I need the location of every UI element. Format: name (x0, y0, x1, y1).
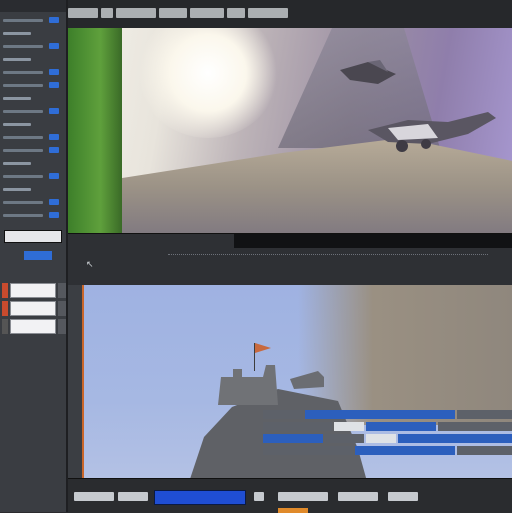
viewport-control-panel: ↖ (68, 233, 512, 286)
inspector-row[interactable] (3, 68, 63, 77)
tool-buttons (68, 8, 318, 20)
tool-button[interactable] (159, 8, 187, 18)
tool-button[interactable] (190, 8, 224, 18)
asset-thumbnails (2, 283, 66, 337)
cannon (290, 371, 324, 389)
asset-thumbnail[interactable] (2, 301, 66, 316)
tool-button[interactable] (101, 8, 113, 18)
inspector-row[interactable] (3, 29, 63, 38)
asset-thumbnail[interactable] (2, 319, 66, 334)
status-input[interactable] (154, 490, 246, 505)
timeline-track[interactable] (263, 434, 512, 443)
tool-button[interactable] (116, 8, 156, 18)
inspector-row[interactable] (3, 81, 63, 90)
status-button[interactable] (254, 492, 264, 501)
editor-window: ↖ (0, 0, 512, 513)
timeline-track[interactable] (263, 446, 512, 455)
timeline-track[interactable] (263, 422, 512, 431)
tool-button[interactable] (227, 8, 245, 18)
main-toolbar (68, 0, 512, 29)
inspector-row[interactable] (3, 159, 63, 168)
airship-small (340, 60, 396, 84)
sun-glow (138, 28, 278, 138)
inspector-row[interactable] (3, 146, 63, 155)
flag-icon (255, 343, 271, 353)
status-button[interactable] (338, 492, 378, 501)
timeline-track[interactable] (263, 410, 512, 419)
inspector-row[interactable] (3, 211, 63, 220)
inspector-text-field[interactable] (4, 230, 62, 243)
asset-thumbnail[interactable] (2, 283, 66, 298)
inspector-row[interactable] (3, 185, 63, 194)
viewport-edge (68, 285, 84, 478)
tool-button[interactable] (68, 8, 98, 18)
inspector-row[interactable] (3, 55, 63, 64)
status-button[interactable] (74, 492, 114, 501)
tool-button[interactable] (248, 8, 288, 18)
flag-pole (254, 343, 255, 371)
inspector-panel (0, 0, 68, 512)
airship-large (368, 112, 496, 152)
status-input-value (155, 500, 158, 508)
inspector-row[interactable] (3, 133, 63, 142)
inspector-row[interactable] (3, 198, 63, 207)
status-button[interactable] (278, 492, 328, 501)
viewport-header-bar (234, 234, 512, 248)
status-indicator (278, 508, 308, 513)
inspector-header (0, 0, 66, 12)
status-button[interactable] (118, 492, 148, 501)
castle (218, 365, 278, 405)
inspector-row[interactable] (3, 120, 63, 129)
game-viewport[interactable] (68, 28, 512, 233)
inspector-row[interactable] (3, 107, 63, 116)
cursor-arrow-icon: ↖ (86, 260, 94, 270)
inspector-row[interactable] (3, 94, 63, 103)
timeline-overlay (263, 410, 512, 458)
scene-viewport[interactable] (68, 285, 512, 478)
status-button[interactable] (388, 492, 418, 501)
inspector-row[interactable] (3, 42, 63, 51)
grass-wall (68, 28, 122, 233)
inspector-row[interactable] (3, 16, 63, 25)
inspector-row[interactable] (3, 172, 63, 181)
ruler-ticks (168, 254, 488, 257)
inspector-badge[interactable] (24, 251, 52, 260)
status-bar (68, 478, 512, 513)
